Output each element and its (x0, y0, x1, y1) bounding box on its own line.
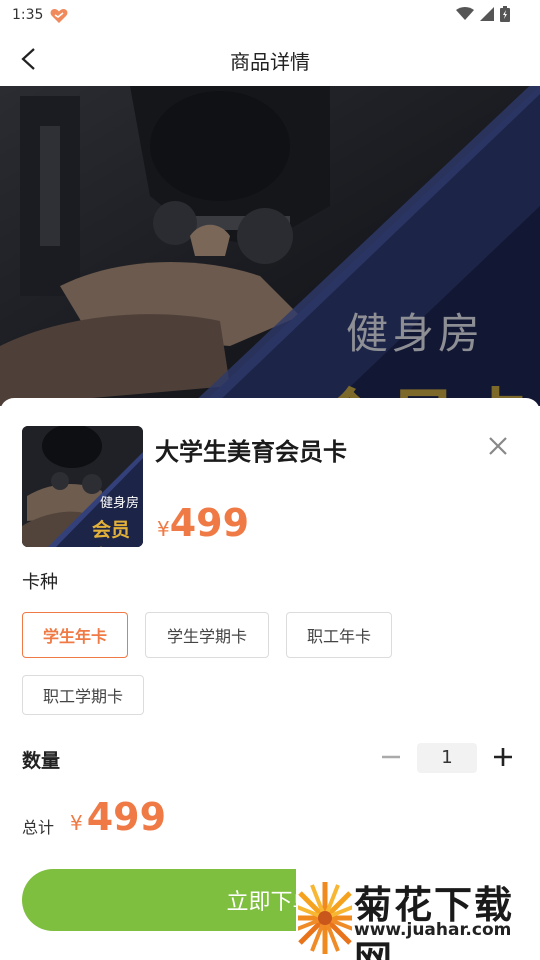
plus-icon (494, 748, 512, 766)
total-price: ¥499 (70, 795, 166, 839)
battery-icon (500, 6, 510, 22)
quantity-label: 数量 (22, 750, 61, 772)
product-thumbnail: 健身房 会员卡 (22, 426, 143, 547)
close-button[interactable] (484, 432, 512, 460)
status-time: 1:35 (12, 7, 44, 23)
thumbnail-line1: 健身房 (100, 496, 140, 511)
price-value: 499 (169, 501, 250, 545)
app-header: 商品详情 (0, 32, 540, 86)
option-staff-semester[interactable]: 职工学期卡 (22, 675, 144, 715)
option-student-annual[interactable]: 学生年卡 (22, 612, 128, 658)
quantity-decrease-button[interactable] (378, 744, 404, 770)
close-icon (489, 437, 507, 455)
watermark-title: 菊花下载网 (354, 883, 515, 960)
heart-notification-icon (50, 8, 68, 24)
thumbnail-line2: 会员卡 (92, 519, 131, 547)
watermark: 菊花下载网 www.juahar.com (296, 868, 540, 960)
purchase-sheet: 健身房 会员卡 大学生美育会员卡 ¥499 卡种 学生年卡 学生学期卡 职工年卡… (0, 398, 540, 960)
banner-title-line1: 健身房 (346, 309, 485, 358)
signal-icon (480, 7, 494, 21)
product-banner-image: 健身房 会员卡 (0, 86, 540, 406)
page-title: 商品详情 (230, 50, 310, 74)
card-type-label: 卡种 (22, 572, 58, 593)
status-bar: 1:35 (0, 0, 540, 32)
status-icons (456, 6, 510, 22)
option-staff-annual[interactable]: 职工年卡 (286, 612, 392, 658)
total-currency: ¥ (70, 811, 83, 835)
quantity-input[interactable]: 1 (417, 743, 477, 773)
wifi-icon (456, 7, 474, 21)
price-currency: ¥ (157, 517, 170, 541)
product-title: 大学生美育会员卡 (155, 438, 347, 466)
total-label: 总计 (22, 818, 55, 837)
product-price: ¥499 (157, 501, 249, 545)
chrysanthemum-logo (298, 882, 352, 954)
quantity-increase-button[interactable] (490, 744, 516, 770)
minus-icon (382, 755, 400, 759)
total-amount: 499 (86, 795, 167, 839)
product-detail-page: 1:35 商品详情 健身房 健身房 会员 大学生美育会员卡 ¥499 卡种 学生… (0, 0, 540, 960)
watermark-url: www.juahar.com (354, 920, 512, 940)
option-student-semester[interactable]: 学生学期卡 (145, 612, 269, 658)
